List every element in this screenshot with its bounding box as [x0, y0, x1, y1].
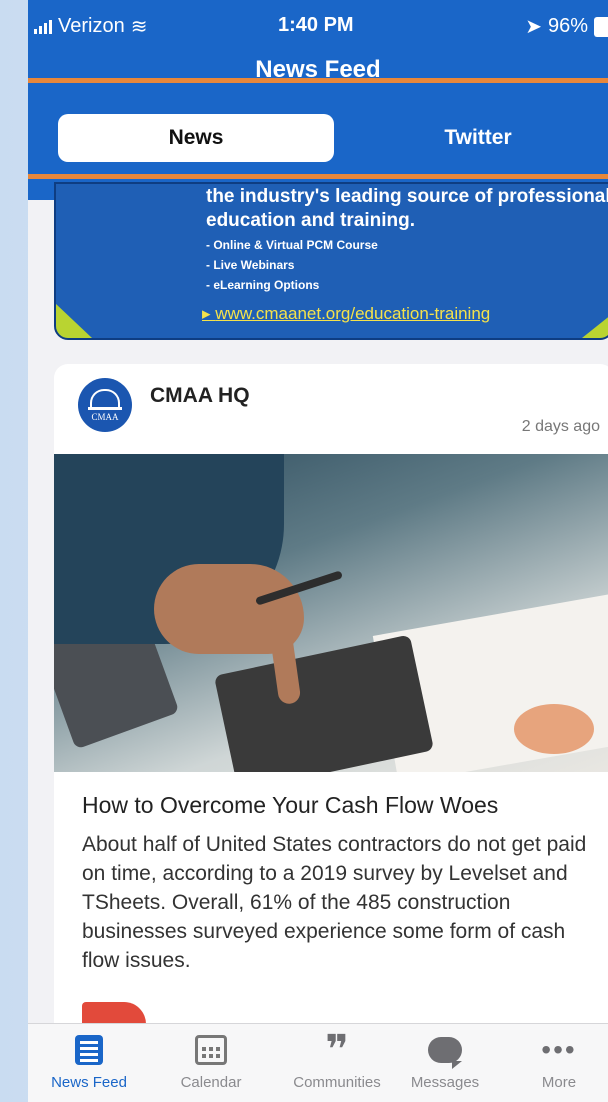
tab-communities[interactable]: ❞ Communities: [282, 1027, 392, 1091]
app-header: Verizon ≋ 1:40 PM ➤ 96% News Feed News T…: [28, 0, 608, 200]
tab-calendar[interactable]: Calendar: [156, 1032, 266, 1091]
tab-label: Calendar: [180, 1074, 242, 1091]
battery-icon: [594, 16, 608, 37]
decorative-triangle: [56, 304, 92, 338]
promo-banner[interactable]: the industry's leading source of profess…: [54, 182, 608, 340]
tab-label: News Feed: [51, 1074, 127, 1091]
calendar-icon: [195, 1035, 227, 1065]
tab-twitter[interactable]: Twitter: [348, 114, 608, 162]
battery: ➤ 96%: [525, 14, 608, 39]
location-arrow-icon: ➤: [525, 16, 542, 38]
status-bar: Verizon ≋ 1:40 PM ➤ 96%: [28, 0, 608, 50]
wifi-icon: ≋: [130, 16, 148, 38]
image-pie-chart: [514, 704, 594, 754]
post-author[interactable]: CMAA HQ: [150, 384, 250, 408]
image-calculator: [213, 634, 435, 772]
banner-subheadline: education and training.: [206, 210, 416, 231]
chat-bubble-icon: [428, 1037, 462, 1069]
tab-news[interactable]: News: [58, 114, 334, 162]
hard-hat-icon: [90, 388, 120, 407]
post-excerpt: About half of United States contractors …: [82, 833, 587, 972]
banner-bullet: - Live Webinars: [206, 258, 295, 272]
more-icon: •••: [541, 1034, 577, 1065]
tab-label: More: [541, 1074, 577, 1091]
avatar[interactable]: CMAA: [78, 378, 132, 432]
banner-headline: the industry's leading source of profess…: [206, 186, 608, 207]
decorative-triangle: [582, 314, 608, 338]
banner-link-text[interactable]: www.cmaanet.org/education-training: [215, 304, 490, 323]
banner-bullet: - eLearning Options: [206, 278, 320, 292]
tab-label: Messages: [410, 1074, 480, 1091]
banner-bullet: - Online & Virtual PCM Course: [206, 238, 378, 252]
tab-news-feed[interactable]: News Feed: [34, 1032, 144, 1091]
post-timestamp: 2 days ago: [521, 418, 600, 435]
tab-messages[interactable]: Messages: [390, 1032, 500, 1091]
banner-link[interactable]: ▸ www.cmaanet.org/education-training: [202, 304, 490, 324]
news-post-card[interactable]: CMAA CMAA HQ 2 days ago How to Overcome …: [54, 364, 608, 1054]
battery-percent: 96%: [547, 15, 588, 37]
phone-screen: Verizon ≋ 1:40 PM ➤ 96% News Feed News T…: [28, 0, 608, 1102]
post-image[interactable]: [54, 454, 608, 772]
quote-icon: ❞: [325, 1027, 349, 1073]
signal-icon: [34, 19, 52, 34]
news-feed-icon: [75, 1035, 103, 1065]
clock: 1:40 PM: [278, 14, 354, 36]
segmented-control: News Twitter: [58, 114, 608, 162]
carrier: Verizon ≋: [34, 14, 147, 39]
hard-hat-brim: [88, 406, 122, 410]
tab-more[interactable]: ••• More: [504, 1032, 608, 1091]
post-title[interactable]: How to Overcome Your Cash Flow Woes: [82, 792, 602, 819]
tab-label: Communities: [293, 1074, 381, 1091]
bottom-tab-bar: News Feed Calendar ❞ Communities Message…: [28, 1023, 608, 1102]
carrier-label: Verizon: [58, 15, 125, 37]
avatar-text: CMAA: [91, 411, 119, 422]
